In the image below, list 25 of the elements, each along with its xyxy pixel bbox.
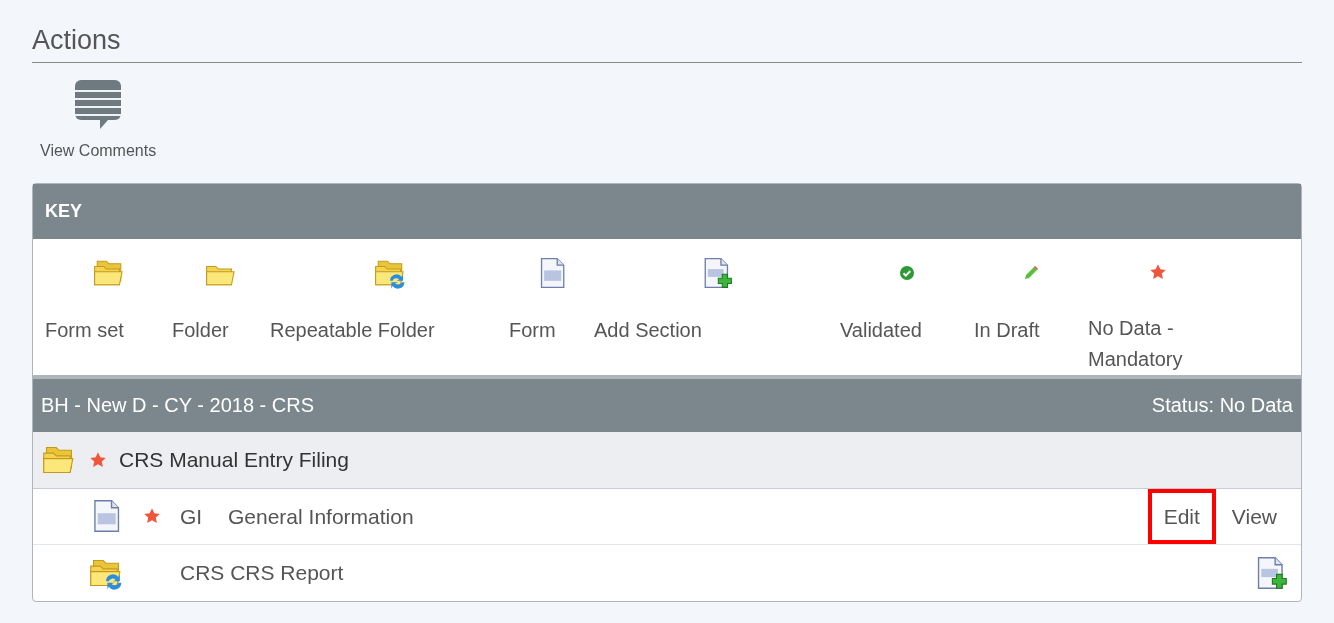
- filing-status: Status: No Data: [1151, 393, 1293, 419]
- star-icon: [89, 450, 107, 469]
- key-label: In Draft: [974, 317, 1040, 343]
- section-title: Actions: [32, 24, 122, 57]
- star-icon: [1149, 262, 1167, 281]
- tree-row[interactable]: CRS Manual Entry Filing: [33, 431, 1301, 489]
- row-label: CRS Manual Entry Filing: [119, 447, 349, 473]
- check-icon: [899, 264, 915, 281]
- key-label: Form set: [45, 317, 124, 343]
- form-name: General Information: [228, 503, 414, 530]
- panel-header: KEY: [33, 183, 1301, 239]
- key-label: Add Section: [594, 317, 702, 343]
- star-icon: [143, 507, 161, 526]
- view-comments-button[interactable]: View Comments: [40, 78, 157, 163]
- key-label: Repeatable Folder: [270, 317, 435, 343]
- view-link[interactable]: View: [1215, 488, 1293, 544]
- key-label: Folder: [172, 317, 229, 343]
- key-label: No Data - Mandatory: [1088, 315, 1184, 372]
- pencil-icon: [1023, 264, 1039, 281]
- form-name: CRS CRS Report: [180, 560, 344, 586]
- form-code: GI: [180, 503, 204, 530]
- filing-title: BH - New D - CY - 2018 - CRS: [41, 393, 315, 419]
- key-label: Form: [509, 317, 556, 343]
- key-label: Validated: [840, 317, 922, 343]
- edit-link[interactable]: Edit: [1147, 488, 1216, 544]
